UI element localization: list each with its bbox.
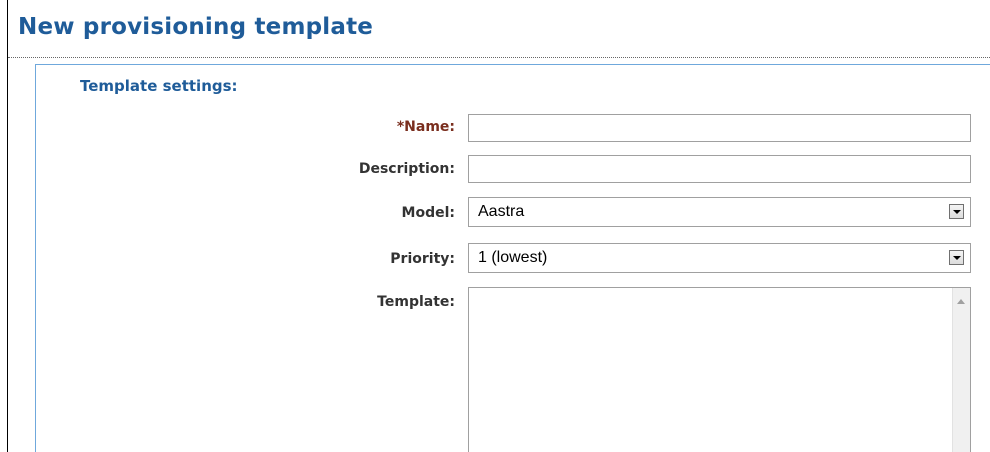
scroll-up-arrow-icon[interactable]	[957, 299, 965, 304]
template-label: Template:	[377, 294, 455, 310]
section-title: Template settings:	[80, 77, 238, 95]
page-left-border	[7, 0, 8, 452]
name-input[interactable]	[468, 114, 971, 142]
textarea-scrollbar[interactable]	[952, 288, 970, 452]
priority-label: Priority:	[390, 251, 455, 267]
title-divider	[8, 57, 990, 58]
model-label: Model:	[401, 205, 455, 221]
chevron-down-icon[interactable]	[949, 204, 964, 219]
priority-select[interactable]: 1 (lowest)	[468, 243, 971, 273]
template-textarea[interactable]	[468, 287, 971, 452]
name-label: *Name:	[396, 119, 455, 135]
model-select[interactable]: Aastra	[468, 197, 971, 227]
chevron-down-icon[interactable]	[949, 250, 964, 265]
description-label: Description:	[358, 161, 455, 177]
provisioning-template-page: New provisioning template Template setti…	[0, 0, 990, 452]
model-selected-value: Aastra	[478, 203, 525, 220]
description-input[interactable]	[468, 155, 971, 183]
priority-selected-value: 1 (lowest)	[478, 249, 548, 266]
page-title: New provisioning template	[18, 14, 374, 40]
